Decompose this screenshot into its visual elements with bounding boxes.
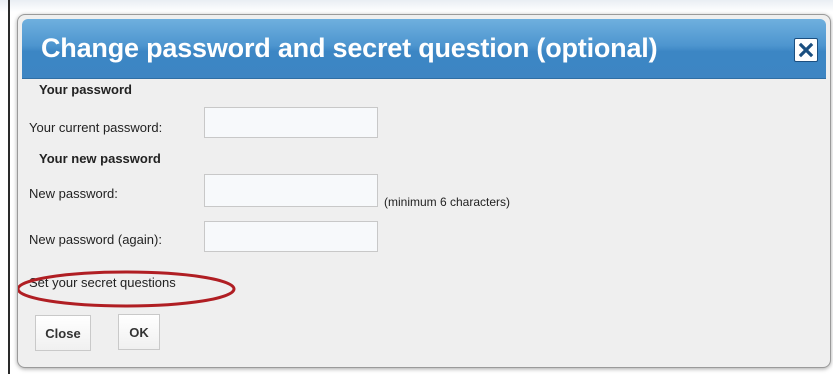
ok-button[interactable]: OK xyxy=(118,314,160,350)
current-password-field[interactable] xyxy=(204,107,378,138)
dialog-titlebar: Change password and secret question (opt… xyxy=(22,19,826,79)
new-password-label: New password: xyxy=(29,186,118,201)
close-button[interactable]: Close xyxy=(35,315,91,351)
change-password-dialog: Change password and secret question (opt… xyxy=(17,14,831,368)
new-password-again-label: New password (again): xyxy=(29,232,162,247)
current-password-label: Your current password: xyxy=(29,120,163,135)
close-icon[interactable] xyxy=(794,38,818,62)
dialog-body: Your password Your current password: You… xyxy=(18,79,830,367)
new-password-field[interactable] xyxy=(204,174,378,207)
background-edge xyxy=(8,0,10,374)
set-secret-questions-link[interactable]: Set your secret questions xyxy=(29,275,176,290)
background-strip xyxy=(0,0,833,12)
new-password-again-field[interactable] xyxy=(204,221,378,252)
password-length-hint: (minimum 6 characters) xyxy=(384,195,511,209)
dialog-title: Change password and secret question (opt… xyxy=(41,33,658,63)
section-heading-your-password: Your password xyxy=(39,82,132,97)
section-heading-new-password: Your new password xyxy=(39,151,161,166)
